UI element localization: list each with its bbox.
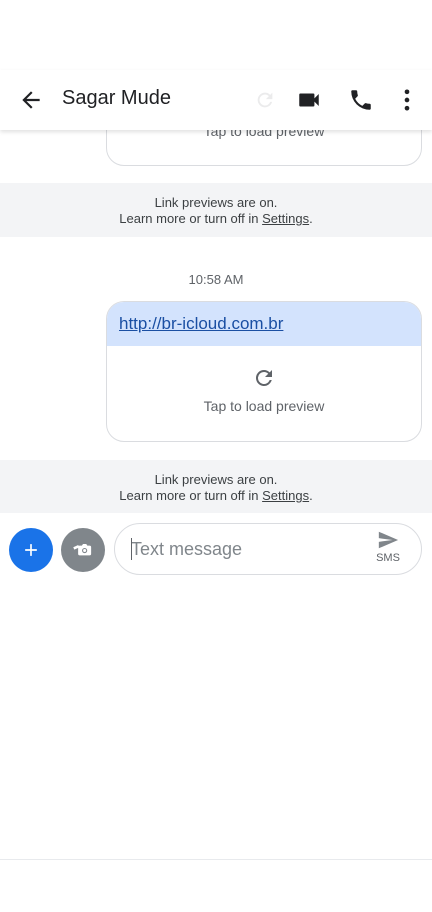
settings-link[interactable]: Settings [262,211,309,226]
text-message-input[interactable] [131,536,351,562]
phone-icon[interactable] [347,86,375,114]
notice-text: Learn more or turn off in [119,488,263,503]
notice-period: . [309,211,313,226]
message-input-box[interactable]: SMS [114,523,422,575]
notice-line-2: Learn more or turn off in Settings. [0,211,432,227]
send-sms-button[interactable]: SMS [373,529,403,569]
conversation-screen: Tap to load preview Link previews are on… [0,0,432,912]
compose-bar: SMS [0,515,432,585]
plus-icon [25,544,37,556]
more-vert-icon[interactable] [393,86,421,114]
link-preview-card[interactable]: http://br-icloud.com.br Tap to load prev… [106,301,422,442]
message-timestamp: 10:58 AM [188,272,244,287]
gallery-camera-button[interactable] [61,528,105,572]
notice-text: Learn more or turn off in [119,211,263,226]
add-attachment-button[interactable] [9,528,53,572]
notice-line-1: Link previews are on. [154,472,278,487]
link-strip: http://br-icloud.com.br [107,302,421,346]
notice-line-1: Link previews are on. [154,195,278,210]
arrow-back-icon[interactable] [18,87,44,113]
link-preview-notice: Link previews are on. Learn more or turn… [0,183,432,237]
send-type-label: SMS [376,552,400,564]
camera-gallery-icon [73,544,92,556]
settings-link[interactable]: Settings [262,488,309,503]
send-icon [378,531,399,549]
contact-name[interactable]: Sagar Mude [62,87,171,110]
notice-line-2: Learn more or turn off in Settings. [0,488,432,504]
text-cursor [131,538,132,560]
tap-to-load-label[interactable]: Tap to load preview [107,398,421,414]
top-app-bar: Sagar Mude [0,70,432,130]
notice-period: . [309,488,313,503]
bottom-divider [0,859,432,860]
link-preview-notice: Link previews are on. Learn more or turn… [0,460,432,513]
video-call-icon[interactable] [295,86,323,114]
message-link[interactable]: http://br-icloud.com.br [119,314,283,334]
refresh-icon [254,89,276,111]
refresh-icon[interactable] [107,366,421,390]
